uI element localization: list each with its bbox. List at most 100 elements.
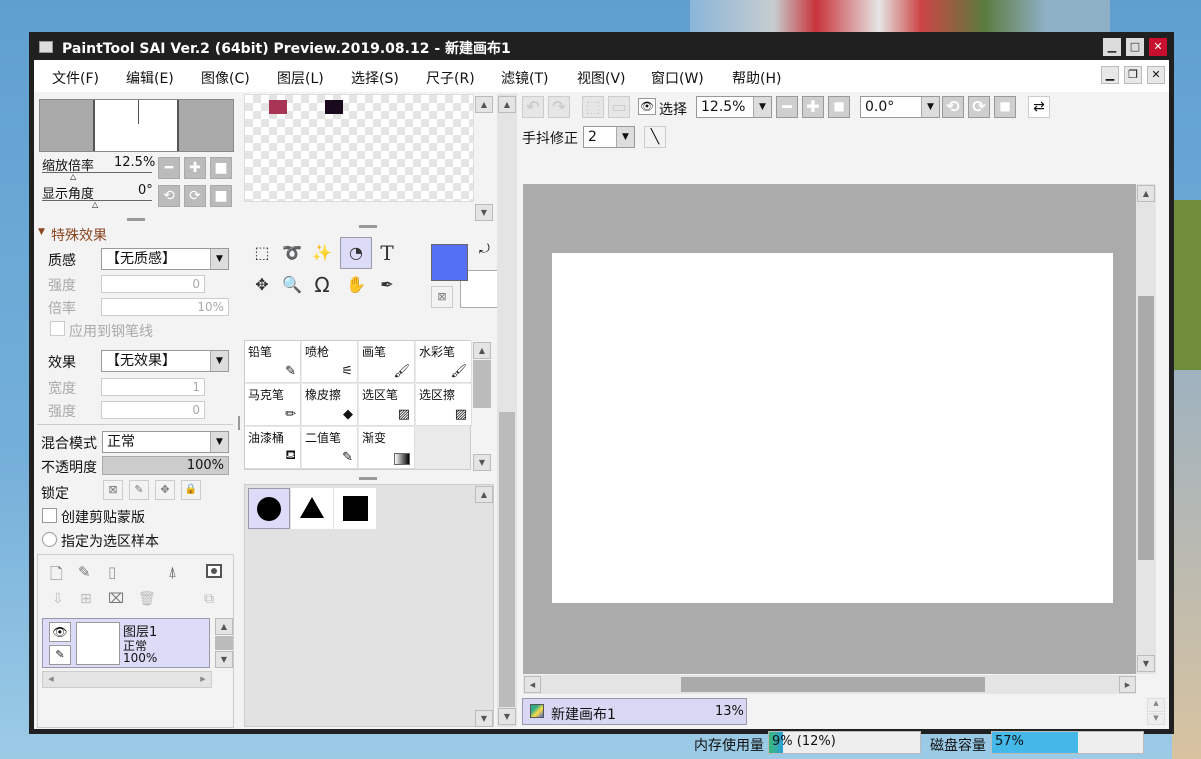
- eye-icon[interactable]: 👁: [49, 622, 71, 642]
- layer-scroll-up[interactable]: ▲: [215, 618, 233, 635]
- menu-file[interactable]: 文件(F): [52, 68, 99, 88]
- toolbar-zoom-in-button[interactable]: ✚: [802, 96, 824, 118]
- doc-restore-button[interactable]: ❐: [1124, 66, 1142, 84]
- mask-icon[interactable]: [206, 564, 222, 578]
- lock-all-icon[interactable]: 🔒: [181, 480, 201, 500]
- rotate-tool-icon[interactable]: Ω: [307, 270, 337, 300]
- tab-scroll-up[interactable]: ▲: [1147, 698, 1165, 712]
- texture-select[interactable]: 【无质感】 ▼: [101, 248, 229, 270]
- brush-binary-pen[interactable]: 二值笔 ✎: [302, 427, 358, 469]
- palette-scroll-down[interactable]: ▼: [475, 204, 493, 221]
- clear-layer-icon[interactable]: ⌧: [108, 591, 124, 607]
- swatch-palette[interactable]: [244, 94, 474, 202]
- doc-minimize-button[interactable]: ▁: [1101, 66, 1119, 84]
- brush-brush[interactable]: 画笔 🖌: [359, 341, 415, 383]
- brush-gradient[interactable]: 渐变: [359, 427, 415, 469]
- layer-row[interactable]: 👁 ✎ 图层1 正常 100%: [42, 618, 210, 668]
- merge-down-icon[interactable]: ⊞: [80, 591, 92, 607]
- brush-watercolor[interactable]: 水彩笔 🖌: [416, 341, 472, 383]
- doc-close-button[interactable]: ✕: [1147, 66, 1165, 84]
- panel-scrollbar[interactable]: ▲ ▼: [497, 94, 517, 727]
- blend-mode-select[interactable]: 正常 ▼: [102, 431, 229, 453]
- lasso-tool-icon[interactable]: ➰: [277, 238, 307, 268]
- rotate-left-button[interactable]: ⟲: [158, 185, 180, 207]
- effect-select[interactable]: 【无效果】 ▼: [101, 350, 229, 372]
- menu-help[interactable]: 帮助(H): [732, 68, 781, 88]
- palette-scroll-up[interactable]: ▲: [475, 96, 493, 113]
- canvas-scroll-down[interactable]: ▼: [1137, 655, 1155, 672]
- delete-layer-icon[interactable]: 🗑: [138, 591, 156, 607]
- panel-splitter[interactable]: [127, 218, 145, 221]
- menu-view[interactable]: 视图(V): [577, 68, 626, 88]
- zoom-reset-button[interactable]: ■: [210, 157, 232, 179]
- menu-layer[interactable]: 图层(L): [277, 68, 324, 88]
- panel-splitter[interactable]: [359, 477, 377, 480]
- swatch-crimson[interactable]: [269, 100, 287, 114]
- zoom-out-button[interactable]: ━: [158, 157, 180, 179]
- layer-effects-icon[interactable]: ⍋: [168, 563, 177, 581]
- close-button[interactable]: ✕: [1149, 38, 1167, 56]
- new-folder-icon[interactable]: ▯: [108, 563, 116, 581]
- brush-airbrush[interactable]: 喷枪 ⚟: [302, 341, 358, 383]
- transfer-down-icon[interactable]: ⇩: [52, 591, 64, 607]
- brush-scroll-up[interactable]: ▲: [473, 342, 491, 359]
- square-tip-button[interactable]: [334, 488, 376, 529]
- invert-selection-button[interactable]: ▭: [608, 96, 630, 118]
- canvas-scroll-left[interactable]: ◀: [524, 676, 541, 693]
- move-tool-icon[interactable]: ✥: [247, 270, 277, 300]
- menu-ruler[interactable]: 尺子(R): [426, 68, 475, 88]
- pencil-icon[interactable]: ✎: [49, 645, 71, 665]
- strength-field[interactable]: 0: [101, 275, 205, 293]
- menu-filter[interactable]: 滤镜(T): [501, 68, 548, 88]
- new-layer-icon[interactable]: 🗋: [50, 563, 63, 590]
- panel-scrollbar-thumb[interactable]: [499, 412, 515, 707]
- zoom-in-button[interactable]: ✚: [184, 157, 206, 179]
- brush-scroll-down[interactable]: ▼: [473, 454, 491, 471]
- toolbar-zoom-select[interactable]: 12.5% ▼: [696, 96, 772, 118]
- layer-scroll-down[interactable]: ▼: [215, 651, 233, 668]
- layer-scrollbar-thumb[interactable]: [215, 636, 233, 650]
- eyedropper-tool-icon[interactable]: ✒: [372, 270, 402, 300]
- opacity-slider[interactable]: 100%: [102, 456, 229, 475]
- layer-hscrollbar[interactable]: ◀ ▶: [42, 671, 212, 688]
- effects-header[interactable]: 特殊效果: [51, 225, 107, 245]
- brush-selection-pen[interactable]: 选区笔 ▨: [359, 384, 415, 426]
- canvas-hscrollbar-thumb[interactable]: [681, 677, 985, 692]
- shape-scroll-up[interactable]: ▲: [475, 486, 493, 503]
- toolbar-rotate-left-button[interactable]: ⟲: [942, 96, 964, 118]
- primary-color-swatch[interactable]: [431, 244, 468, 281]
- lock-paint-icon[interactable]: ✎: [129, 480, 149, 500]
- transparent-color-icon[interactable]: ⊠: [431, 286, 453, 308]
- brush-bucket[interactable]: 油漆桶 ⛾: [245, 427, 301, 469]
- panel-scroll-down[interactable]: ▼: [498, 708, 516, 725]
- magic-wand-tool-icon[interactable]: ✨: [307, 238, 337, 268]
- zoom-slider[interactable]: [42, 172, 152, 173]
- width-field[interactable]: 1: [101, 378, 205, 396]
- brush-scrollbar-thumb[interactable]: [473, 360, 491, 408]
- rect-select-tool-icon[interactable]: ⬚: [247, 238, 277, 268]
- scale-field[interactable]: 10%: [101, 298, 229, 316]
- lock-move-icon[interactable]: ✥: [155, 480, 175, 500]
- circle-tip-button[interactable]: [248, 488, 290, 529]
- view-selection-eye-icon[interactable]: 👁: [638, 98, 656, 115]
- menu-window[interactable]: 窗口(W): [651, 68, 704, 88]
- hand-tool-icon[interactable]: ✋: [341, 270, 371, 300]
- canvas-tab[interactable]: 新建画布1 13%: [522, 698, 747, 725]
- merge-visible-icon[interactable]: ⧉: [204, 591, 214, 607]
- angle-slider-handle[interactable]: △: [92, 200, 98, 209]
- canvas-viewport[interactable]: [523, 184, 1136, 674]
- brush-pencil[interactable]: 铅笔 ✎: [245, 341, 301, 383]
- toolbar-rotate-right-button[interactable]: ⟳: [968, 96, 990, 118]
- canvas-hscrollbar[interactable]: ◀ ▶: [523, 675, 1136, 694]
- canvas-vscrollbar[interactable]: ▲ ▼: [1136, 184, 1156, 674]
- shape-tool-icon[interactable]: ◔: [340, 237, 372, 269]
- swatch-dark[interactable]: [325, 100, 343, 114]
- clipping-mask-checkbox[interactable]: [42, 508, 57, 523]
- rotate-reset-button[interactable]: ■: [210, 185, 232, 207]
- undo-button[interactable]: ↶: [522, 96, 544, 118]
- canvas-vscrollbar-thumb[interactable]: [1138, 296, 1154, 560]
- toolbar-rotate-reset-button[interactable]: ■: [994, 96, 1016, 118]
- toolbar-angle-select[interactable]: 0.0° ▼: [860, 96, 940, 118]
- menu-select[interactable]: 选择(S): [351, 68, 399, 88]
- canvas-document[interactable]: [552, 253, 1113, 603]
